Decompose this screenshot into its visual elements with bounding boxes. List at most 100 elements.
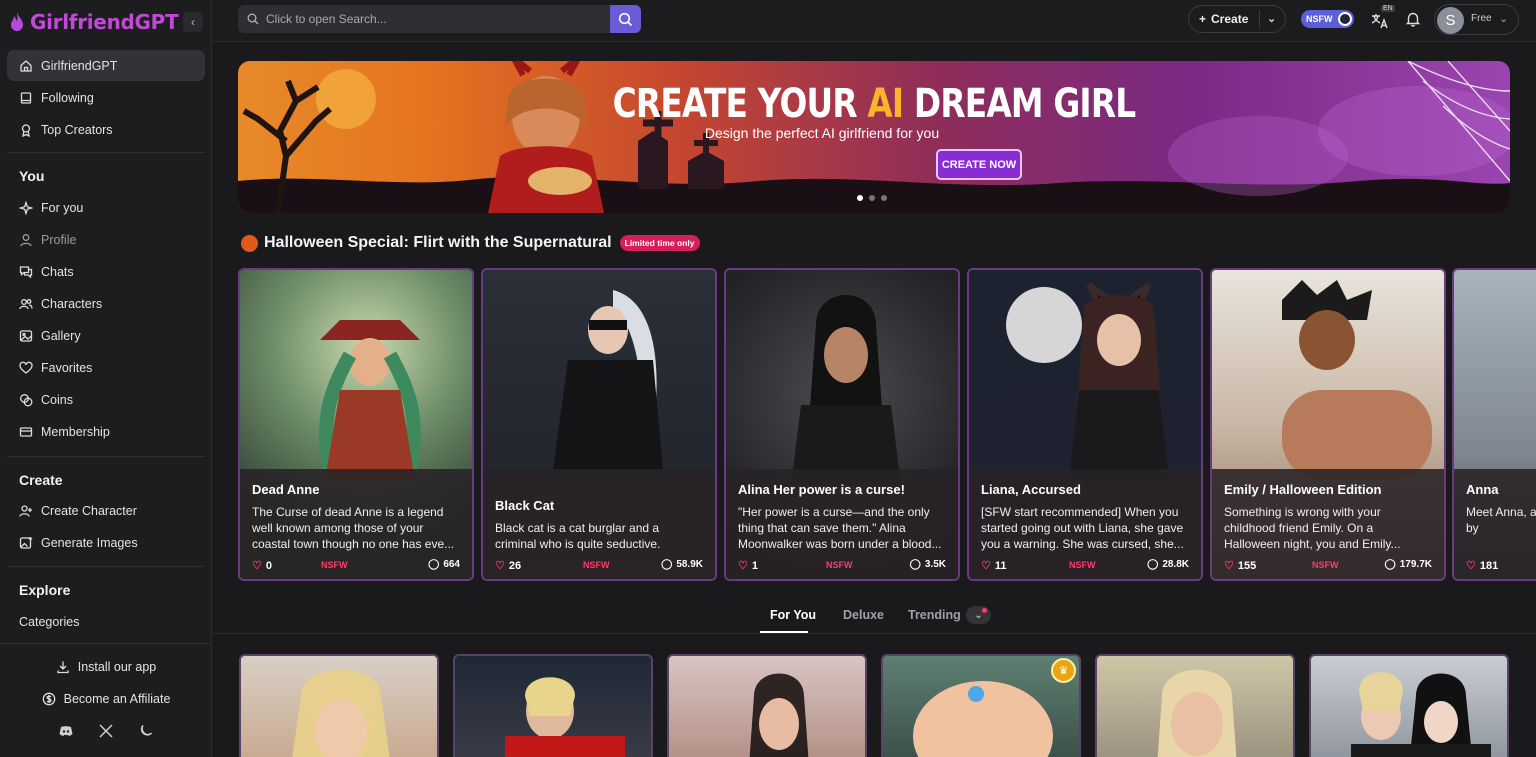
discord-icon[interactable] — [57, 722, 75, 740]
plus-icon: + — [1199, 12, 1207, 26]
user-menu[interactable]: S Free ⌄ — [1434, 4, 1519, 35]
create-now-button[interactable]: CREATE NOW — [936, 149, 1022, 180]
sidebar-item-label: Top Creators — [41, 122, 113, 137]
card-icon — [19, 426, 33, 437]
sidebar-item-label: Membership — [41, 424, 110, 439]
create-button[interactable]: + Create ⌄ — [1188, 5, 1286, 33]
likes-count: 155 — [1237, 559, 1257, 572]
sidebar-item-home[interactable]: GirlfriendGPT — [7, 50, 205, 81]
card-stats: ♡ 1 NSFW ◯ 3.5K — [738, 559, 946, 573]
x-icon[interactable] — [97, 722, 115, 740]
tab-for-you[interactable]: For You — [770, 608, 816, 622]
section-title-create: Create — [19, 472, 63, 488]
likes-count: 11 — [994, 559, 1007, 572]
card-stats: ♡ 26 NSFW ◯ 58.9K — [495, 559, 703, 573]
carousel-dot[interactable] — [857, 195, 863, 201]
image-plus-icon — [19, 536, 33, 549]
heart-icon[interactable]: ♡ — [495, 559, 505, 572]
card-stats: ♡ 181 — [1466, 559, 1536, 573]
sidebar-item-create-character[interactable]: Create Character — [7, 495, 205, 526]
carousel-dot[interactable] — [881, 195, 887, 201]
toggle-knob — [1338, 12, 1352, 26]
sidebar-item-label: Characters — [41, 296, 103, 311]
chevron-left-icon: ‹ — [191, 15, 195, 29]
sidebar-item-following[interactable]: Following — [7, 82, 205, 113]
sidebar-item-characters[interactable]: Characters — [7, 288, 205, 319]
install-app-label: Install our app — [77, 660, 157, 674]
tab-trending[interactable]: Trending — [908, 608, 961, 622]
sidebar-item-gallery[interactable]: Gallery — [7, 320, 205, 351]
search-input[interactable]: Click to open Search... — [238, 5, 611, 33]
sidebar-item-membership[interactable]: Membership — [7, 416, 205, 447]
character-tile[interactable] — [453, 654, 653, 757]
coins-icon — [20, 393, 33, 406]
flame-icon — [11, 12, 23, 31]
sidebar-item-for-you[interactable]: For you — [7, 192, 205, 223]
chat-icon — [19, 265, 33, 278]
logo[interactable]: GirlfriendGPT — [8, 10, 179, 34]
affiliate-label: Become an Affiliate — [63, 692, 171, 706]
tab-deluxe[interactable]: Deluxe — [843, 608, 884, 622]
heart-icon[interactable]: ♡ — [981, 559, 991, 572]
card-description: Meet Anna, a with a provoc to survive by — [1466, 505, 1536, 535]
character-card[interactable]: Black Cat Black cat is a cat burglar and… — [481, 268, 717, 581]
sidebar-item-chats[interactable]: Chats — [7, 256, 205, 287]
character-tile[interactable] — [1095, 654, 1295, 757]
divider — [213, 633, 1536, 634]
collapse-sidebar-button[interactable]: ‹ — [183, 12, 203, 32]
card-title: Alina Her power is a curse! — [738, 482, 905, 497]
sidebar-item-label: Chats — [41, 264, 74, 279]
heart-icon[interactable]: ♡ — [252, 559, 262, 572]
divider — [1259, 10, 1260, 28]
character-card[interactable]: Anna Meet Anna, a with a provoc to survi… — [1452, 268, 1536, 581]
card-title: Anna — [1466, 482, 1499, 497]
nsfw-badge: NSFW — [1069, 560, 1096, 570]
section-title-you: You — [19, 168, 45, 184]
bell-icon[interactable] — [1405, 11, 1421, 27]
character-image — [749, 673, 809, 757]
install-app-link[interactable]: Install our app — [0, 660, 212, 674]
card-description: Something is wrong with your childhood f… — [1224, 505, 1401, 551]
sidebar-item-generate-images[interactable]: Generate Images — [7, 527, 205, 558]
search-placeholder: Click to open Search... — [266, 12, 387, 26]
sidebar-item-label: Favorites — [41, 360, 93, 375]
character-card[interactable]: Dead Anne The Curse of dead Anne is a le… — [238, 268, 474, 581]
affiliate-link[interactable]: Become an Affiliate — [0, 692, 212, 706]
sidebar-item-coins[interactable]: Coins — [7, 384, 205, 415]
search-button[interactable] — [610, 5, 641, 33]
more-tabs-button[interactable]: ⌄ — [966, 606, 991, 624]
heart-icon[interactable]: ♡ — [1224, 559, 1234, 572]
character-card[interactable]: Alina Her power is a curse! "Her power i… — [724, 268, 960, 581]
sparkle-icon — [19, 200, 33, 215]
heart-icon[interactable]: ♡ — [738, 559, 748, 572]
heart-icon[interactable]: ♡ — [1466, 559, 1476, 572]
carousel-dot[interactable] — [869, 195, 875, 201]
hero-title: CREATE YOUR AI DREAM GIRL — [612, 81, 1137, 127]
carousel-dots — [857, 195, 887, 201]
chevron-down-icon[interactable]: ⌄ — [1267, 12, 1276, 25]
message-icon: ◯ — [428, 559, 440, 570]
moon-icon[interactable] — [137, 722, 155, 740]
character-card[interactable]: Emily / Halloween Edition Something is w… — [1210, 268, 1446, 581]
section-heading: Halloween Special: Flirt with the Supern… — [241, 234, 700, 252]
sidebar-item-categories[interactable]: Categories — [19, 615, 79, 629]
hero-banner[interactable]: CREATE YOUR AI DREAM GIRL Design the per… — [238, 61, 1510, 213]
character-tile[interactable] — [239, 654, 439, 757]
users-icon — [19, 298, 33, 309]
translate-icon[interactable] — [1370, 10, 1392, 30]
character-image — [292, 669, 390, 757]
create-label: Create — [1211, 12, 1249, 26]
nsfw-toggle[interactable]: NSFW — [1301, 10, 1354, 28]
sidebar-item-profile[interactable]: Profile — [7, 224, 205, 255]
character-tile[interactable] — [1309, 654, 1509, 757]
character-tile[interactable] — [667, 654, 867, 757]
character-card[interactable]: Liana, Accursed [SFW start recommended] … — [967, 268, 1203, 581]
nsfw-badge: NSFW — [826, 560, 853, 570]
likes-count: 1 — [751, 559, 758, 572]
divider — [0, 643, 212, 644]
nsfw-badge: NSFW — [1312, 560, 1339, 570]
nsfw-badge: NSFW — [321, 560, 348, 570]
sidebar-item-label: Following — [41, 90, 94, 105]
sidebar-item-favorites[interactable]: Favorites — [7, 352, 205, 383]
sidebar-item-top-creators[interactable]: Top Creators — [7, 114, 205, 145]
